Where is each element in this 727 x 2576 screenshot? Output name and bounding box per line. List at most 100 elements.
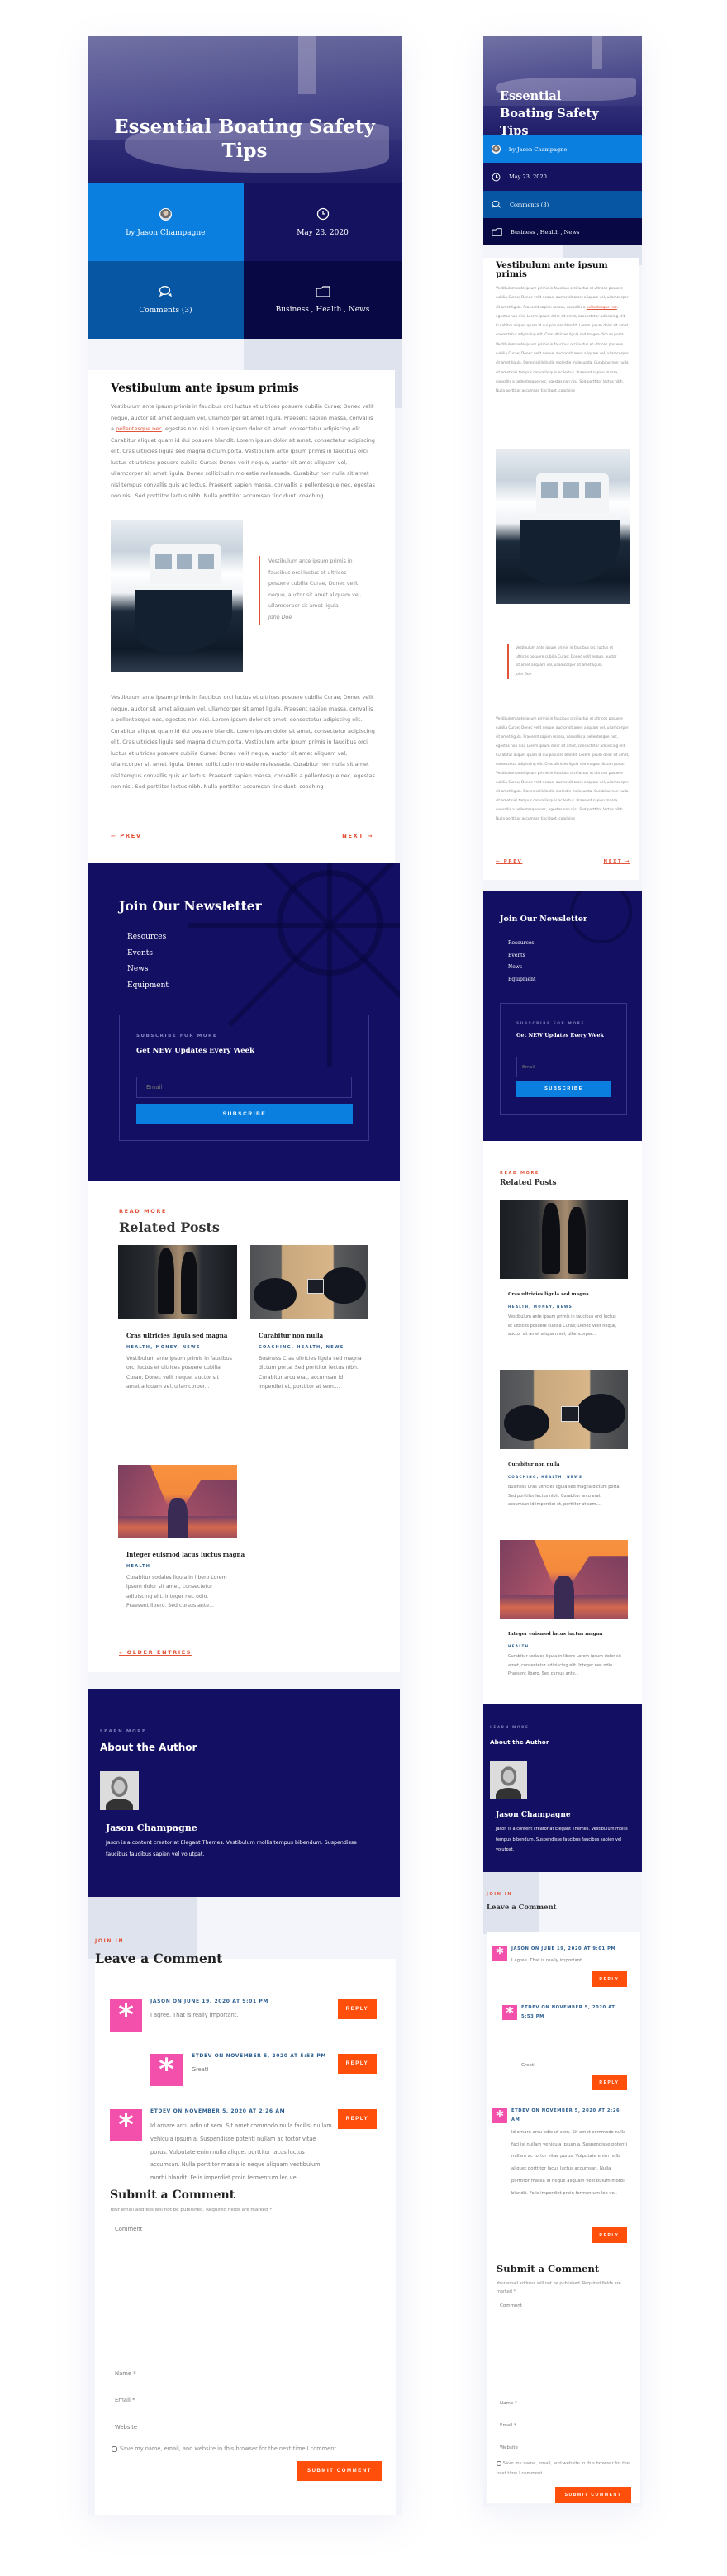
- related-cats-3[interactable]: HEALTH: [126, 1564, 150, 1569]
- comment-textarea[interactable]: [110, 2217, 379, 2345]
- reply-button[interactable]: REPLY: [338, 2054, 377, 2074]
- save-info-checkbox[interactable]: [497, 2460, 501, 2466]
- related-cats-2[interactable]: COACHING, HEALTH, NEWS: [259, 1345, 344, 1350]
- author-name[interactable]: Jason Champagne: [106, 1823, 197, 1833]
- comment-author[interactable]: JASON: [150, 1999, 170, 2004]
- article-paragraph-2: Vestibulum ante ipsum primis in faucibus…: [496, 717, 630, 821]
- folder-icon: [315, 286, 330, 297]
- related-title-2[interactable]: Curabitur non nulla: [508, 1462, 560, 1467]
- folder-icon: [492, 227, 502, 236]
- newsletter-link[interactable]: Resources: [127, 929, 169, 946]
- save-info-label[interactable]: Save my name, email, and website in this…: [497, 2459, 633, 2479]
- email-input[interactable]: [110, 2391, 379, 2409]
- form-heading: Submit a Comment: [110, 2189, 235, 2202]
- meta-comments[interactable]: Comments (3): [88, 261, 244, 339]
- website-input[interactable]: [497, 2441, 633, 2455]
- comment-date[interactable]: ON JUNE 19, 2020 AT 9:01 PM: [170, 1999, 268, 2004]
- comment-text: I agree. That is really important.: [511, 1958, 584, 1963]
- figure: [168, 1498, 188, 1538]
- comment-textarea[interactable]: [497, 2298, 633, 2385]
- related-title-1[interactable]: Cras ultricies ligula sed magna: [508, 1292, 589, 1297]
- prev-post-link[interactable]: ← PREV: [111, 833, 142, 839]
- related-image-1[interactable]: [500, 1200, 628, 1279]
- email-input[interactable]: [497, 2418, 633, 2433]
- related-image-2[interactable]: [250, 1245, 368, 1319]
- speech-bubbles-icon: [492, 200, 501, 209]
- meta-author[interactable]: by Jason Champagne: [88, 183, 244, 261]
- subscribe-subheading: Get NEW Updates Every Week: [516, 1033, 604, 1038]
- newsletter-email-input[interactable]: [136, 1077, 352, 1098]
- name-input[interactable]: [497, 2396, 633, 2411]
- related-cats-2[interactable]: COACHING, HEALTH, NEWS: [508, 1475, 582, 1479]
- article-paragraph-2: Vestibulum ante ipsum primis in faucibus…: [111, 694, 375, 790]
- newsletter-link[interactable]: Events: [508, 950, 535, 962]
- newsletter-link[interactable]: News: [508, 962, 535, 974]
- comment-author[interactable]: ETDEV: [511, 2108, 530, 2113]
- meta-comments[interactable]: Comments (3): [483, 191, 642, 218]
- reply-button[interactable]: REPLY: [338, 2109, 377, 2129]
- name-input[interactable]: [110, 2365, 379, 2383]
- meta-date: May 23, 2020: [483, 163, 642, 191]
- reply-button[interactable]: REPLY: [338, 1999, 377, 2019]
- reply-button[interactable]: REPLY: [592, 1971, 627, 1987]
- meta-categories-text: Business , Health , News: [511, 228, 580, 235]
- comments-kicker: JOIN IN: [487, 1892, 513, 1897]
- comment-date[interactable]: ON NOVEMBER 5, 2020 AT 5:53 PM: [212, 2053, 326, 2059]
- comment-author[interactable]: ETDEV: [192, 2053, 212, 2059]
- subscribe-kicker: SUBSCRIBE FOR MORE: [136, 1034, 218, 1038]
- related-cats-1[interactable]: HEALTH, MONEY, NEWS: [508, 1305, 573, 1309]
- related-image-1[interactable]: [118, 1245, 237, 1319]
- article-paragraph-1: Vestibulum ante ipsum primis in faucibus…: [111, 402, 375, 502]
- related-heading: Related Posts: [500, 1179, 557, 1187]
- related-image-3[interactable]: [118, 1465, 237, 1538]
- save-info-text: Save my name, email, and website in this…: [497, 2461, 630, 2476]
- newsletter-link[interactable]: Events: [127, 946, 169, 962]
- comment-avatar: *: [492, 2108, 507, 2125]
- next-post-link[interactable]: NEXT →: [604, 859, 630, 864]
- newsletter-link[interactable]: News: [127, 962, 169, 978]
- comment-author[interactable]: JASON: [511, 1946, 529, 1951]
- comment-author[interactable]: ETDEV: [150, 2108, 171, 2114]
- meta-author[interactable]: by Jason Champagne: [483, 135, 642, 163]
- related-cats-3[interactable]: HEALTH: [508, 1644, 529, 1648]
- inline-link[interactable]: pellentesque nec: [116, 425, 162, 432]
- related-image-2[interactable]: [500, 1370, 628, 1449]
- newsletter-link[interactable]: Equipment: [508, 974, 535, 986]
- quote-author: John Doe: [268, 614, 292, 620]
- meta-date: May 23, 2020: [244, 183, 402, 261]
- newsletter-link[interactable]: Resources: [508, 938, 535, 950]
- comment-date[interactable]: ON NOVEMBER 5, 2020 AT 2:26 AM: [171, 2108, 285, 2114]
- submit-comment-button[interactable]: SUBMIT COMMENT: [297, 2461, 382, 2481]
- subscribe-button[interactable]: SUBSCRIBE: [516, 1081, 611, 1097]
- meta-categories[interactable]: Business , Health , News: [483, 218, 642, 245]
- website-input[interactable]: [110, 2418, 379, 2436]
- reply-button[interactable]: REPLY: [592, 2227, 627, 2243]
- save-info-checkbox[interactable]: [112, 2445, 117, 2452]
- save-info-label[interactable]: Save my name, email, and website in this…: [112, 2445, 338, 2452]
- related-title-3[interactable]: Integer euismod lacus luctus magna: [126, 1551, 245, 1558]
- submit-comment-button[interactable]: SUBMIT COMMENT: [555, 2487, 631, 2503]
- prev-post-link[interactable]: ← PREV: [496, 859, 522, 864]
- inline-link[interactable]: pellentesque nec: [587, 306, 617, 310]
- author-name[interactable]: Jason Champagne: [496, 1811, 571, 1819]
- figure: [157, 1248, 174, 1314]
- related-title-1[interactable]: Cras ultricies ligula sed magna: [126, 1332, 227, 1339]
- meta-date-text: May 23, 2020: [509, 173, 547, 180]
- related-title-2[interactable]: Curabitur non nulla: [259, 1332, 323, 1339]
- reply-button[interactable]: REPLY: [592, 2075, 627, 2090]
- related-cats-1[interactable]: HEALTH, MONEY, NEWS: [126, 1345, 201, 1350]
- author-portrait: [100, 1771, 139, 1810]
- newsletter-links: Resources Events News Equipment: [127, 929, 169, 994]
- related-image-3[interactable]: [500, 1540, 628, 1619]
- newsletter-email-input[interactable]: [516, 1057, 611, 1077]
- older-entries-link[interactable]: « OLDER ENTRIES: [119, 1649, 192, 1656]
- article-image-boat: [496, 449, 630, 604]
- comment-date[interactable]: ON JUNE 19, 2020 AT 9:01 PM: [529, 1946, 615, 1951]
- related-title-3[interactable]: Integer euismod lacus luctus magna: [508, 1632, 602, 1637]
- meta-categories[interactable]: Business , Health , News: [244, 261, 402, 339]
- comment-author[interactable]: ETDEV: [521, 2005, 539, 2010]
- next-post-link[interactable]: NEXT →: [342, 833, 373, 839]
- dock-pole: [298, 36, 316, 94]
- newsletter-link[interactable]: Equipment: [127, 978, 169, 995]
- subscribe-button[interactable]: SUBSCRIBE: [136, 1104, 353, 1124]
